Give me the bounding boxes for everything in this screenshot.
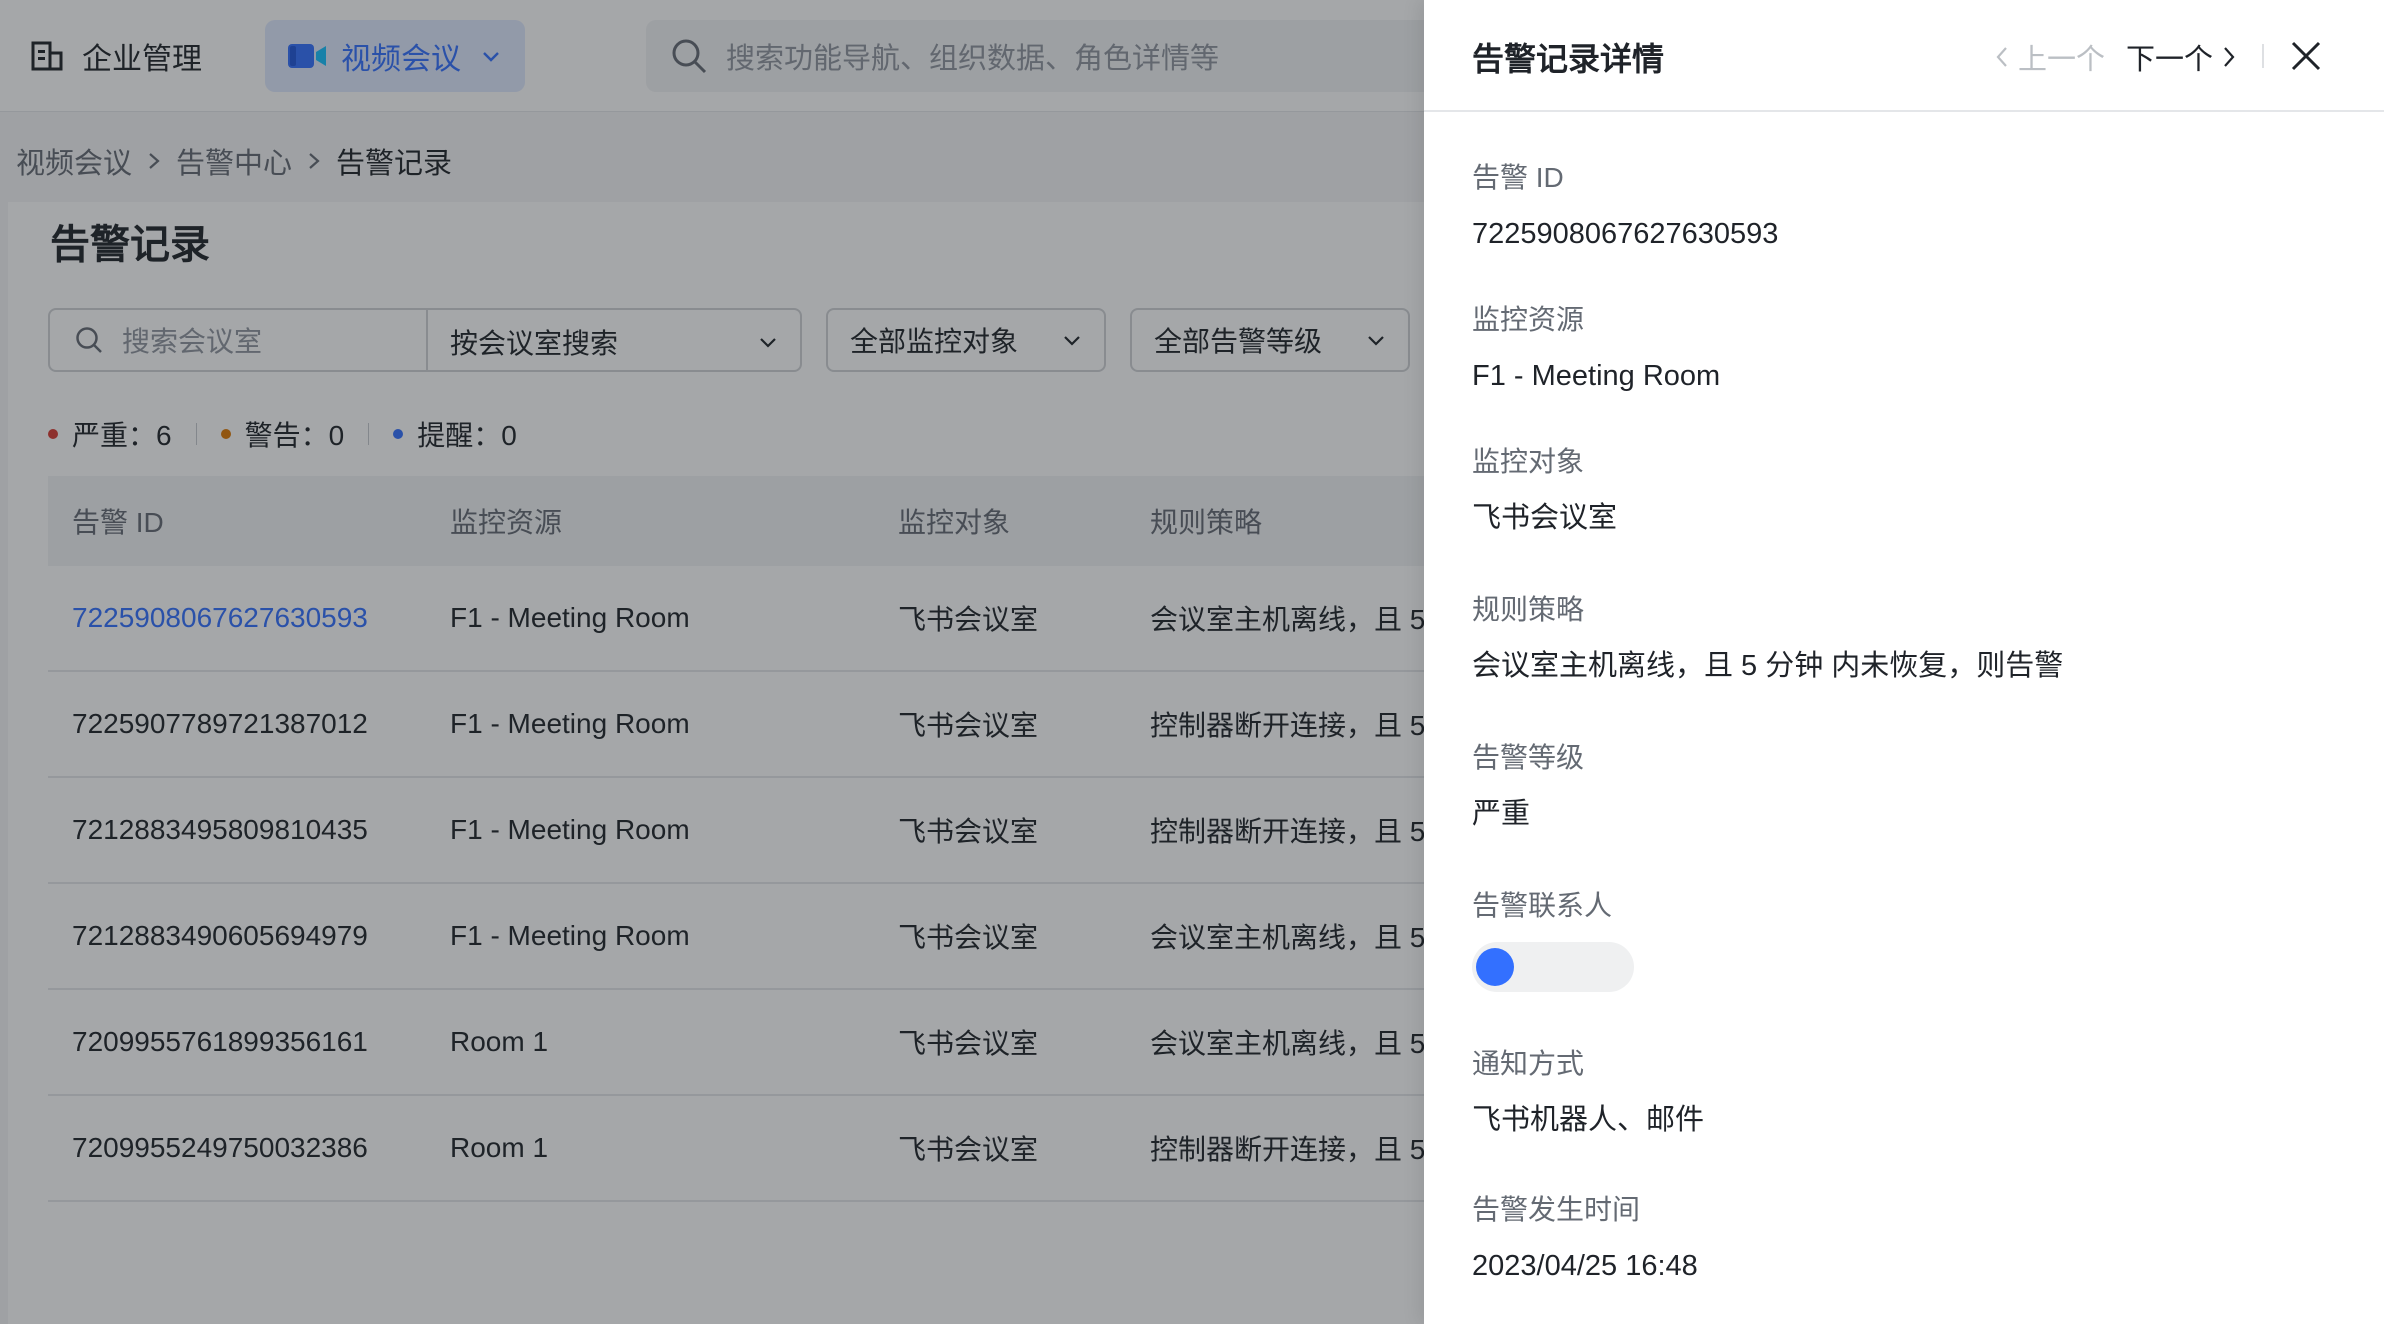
field-object: 监控对象 飞书会议室 [1472,442,1617,538]
field-contact: 告警联系人 [1472,886,1634,992]
field-label: 规则策略 [1472,594,1585,625]
field-label: 告警 ID [1472,162,1564,193]
field-value: 飞书机器人、邮件 [1472,1104,1705,1136]
contact-avatar-chip[interactable] [1472,942,1634,992]
field-level: 告警等级 严重 [1472,738,1584,834]
field-time: 告警发生时间 2023/04/25 16:48 [1472,1190,1698,1286]
field-rule: 规则策略 会议室主机离线，且 5 分钟 内未恢复，则告警 [1472,590,2063,686]
field-value: 飞书会议室 [1472,502,1618,534]
next-record-label: 下一个 [2126,44,2214,76]
field-notify: 通知方式 飞书机器人、邮件 [1472,1044,1704,1140]
prev-record-label: 上一个 [2018,44,2106,76]
next-record-button[interactable]: 下一个 [2126,36,2237,78]
field-label: 告警等级 [1472,742,1585,773]
field-label: 监控对象 [1472,446,1585,477]
drawer-title: 告警记录详情 [1472,41,1665,77]
field-label: 监控资源 [1472,304,1585,335]
prev-record-button[interactable]: 上一个 [1994,36,2105,78]
header-divider [2262,44,2264,68]
field-alert-id: 告警 ID 7225908067627630593 [1472,158,1778,254]
field-label: 告警发生时间 [1472,1194,1641,1225]
field-resource: 监控资源 F1 - Meeting Room [1472,300,1720,396]
field-label: 告警联系人 [1472,890,1613,921]
drawer-header: 告警记录详情 上一个 下一个 [1424,0,2384,112]
chevron-left-icon [1996,47,2007,67]
avatar [1476,948,1514,986]
field-value: 会议室主机离线，且 5 分钟 内未恢复，则告警 [1472,650,2064,682]
chevron-right-icon [2224,47,2235,67]
close-icon [2291,41,2321,71]
field-value: 7225908067627630593 [1472,218,1779,250]
alert-detail-drawer: 告警记录详情 上一个 下一个 告警 ID 7225908067627630593… [1424,0,2384,1324]
modal-mask[interactable] [0,0,1424,1324]
field-value: 严重 [1472,798,1531,830]
field-value: 2023/04/25 16:48 [1472,1250,1698,1282]
field-label: 通知方式 [1472,1048,1585,1079]
field-value: F1 - Meeting Room [1472,360,1721,392]
close-button[interactable] [2288,38,2324,74]
